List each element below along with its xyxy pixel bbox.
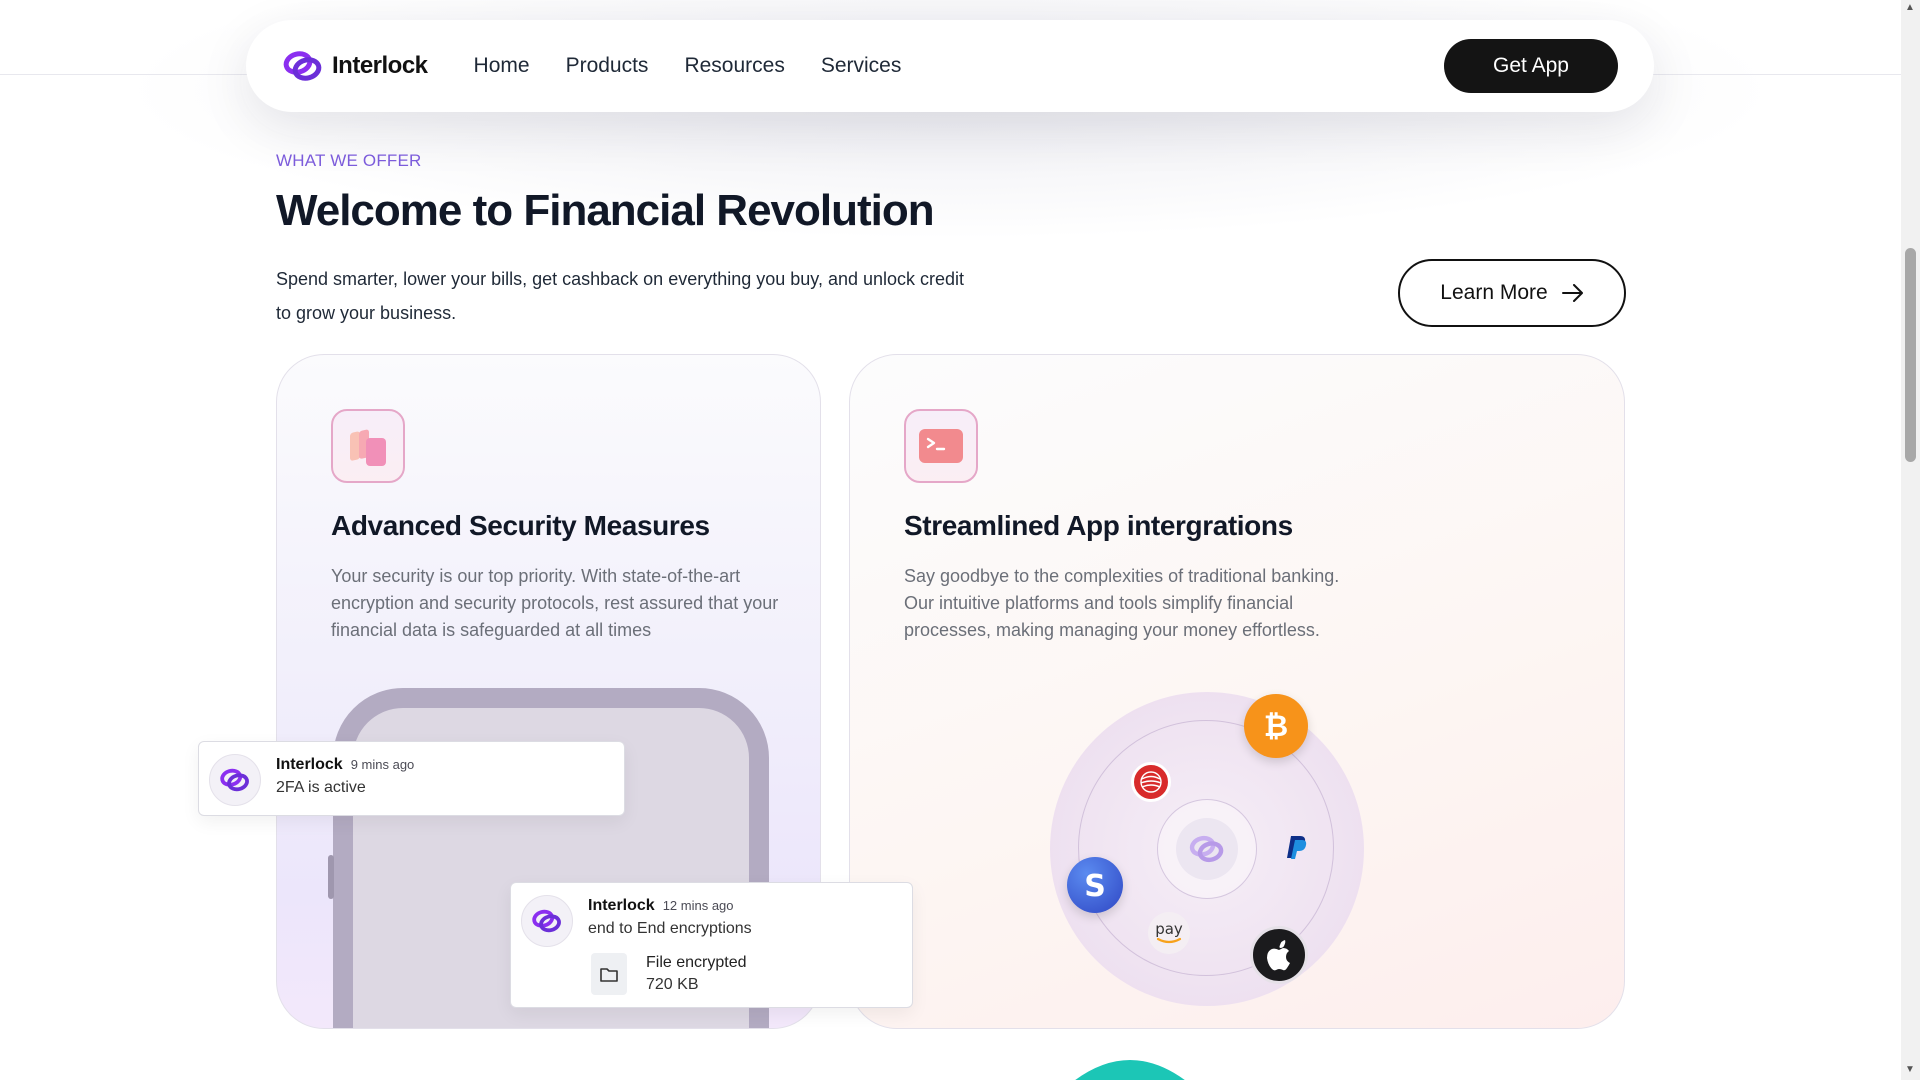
card-title: Streamlined App intergrations: [904, 510, 1293, 541]
notification-body: 2FA is active: [276, 779, 366, 796]
apple-icon: [1250, 926, 1308, 984]
notification-time: 12 mins ago: [662, 898, 734, 913]
card-text: Say goodbye to the complexities of tradi…: [904, 566, 1340, 640]
file-name: File encrypted: [646, 954, 747, 971]
interlock-logo-icon: [220, 768, 249, 792]
feature-icon-box: [904, 409, 978, 483]
hero-subtitle-line-2: to grow your business.: [276, 303, 457, 323]
interlock-logo-icon: [283, 51, 322, 81]
notification-sender: Interlock: [588, 897, 655, 914]
nav-item-services[interactable]: Services: [821, 54, 902, 78]
hero-subtitle: Spend smarter, lower your bills, get cas…: [276, 262, 1016, 330]
feature-icon-box: [331, 409, 405, 483]
scrollbar-thumb[interactable]: [1905, 248, 1916, 462]
card-text: Your security is our top priority. With …: [331, 566, 779, 640]
notification-card: Interlock 12 mins ago end to End encrypti…: [510, 882, 913, 1008]
page-title: Welcome to Financial Revolution: [276, 186, 935, 235]
paypal-icon: [1284, 833, 1310, 861]
brand[interactable]: Interlock: [282, 48, 428, 84]
stripe-icon: S: [1067, 857, 1123, 913]
avatar: [521, 895, 573, 947]
notification-header: Interlock 9 mins ago: [276, 756, 414, 774]
phone-side-button: [328, 855, 334, 899]
get-app-button[interactable]: Get App: [1444, 39, 1618, 93]
page-scrollbar[interactable]: ▲ ▼: [1901, 0, 1920, 1080]
notification-card: Interlock 9 mins ago 2FA is active: [198, 741, 625, 816]
navbar: Interlock Home Products Resources Servic…: [246, 20, 1654, 112]
terminal-icon: [919, 429, 963, 463]
brand-name: Interlock: [332, 52, 428, 79]
section-eyebrow: WHAT WE OFFER: [276, 151, 422, 170]
svg-text:S: S: [1084, 869, 1106, 902]
card-title: Advanced Security Measures: [331, 510, 710, 541]
scroll-down-icon[interactable]: ▼: [1905, 1064, 1915, 1075]
notification-body: end to End encryptions: [588, 920, 752, 937]
arrow-right-icon: [1561, 284, 1583, 302]
scroll-up-icon[interactable]: ▲: [1905, 2, 1915, 13]
file-size: 720 KB: [646, 976, 699, 993]
avatar: [209, 754, 261, 806]
feature-card-integrations: Streamlined App intergrations Say goodby…: [849, 354, 1625, 1029]
learn-more-label: Learn More: [1440, 281, 1548, 304]
nav-item-resources[interactable]: Resources: [684, 54, 784, 78]
svg-text:₿: ₿: [1264, 709, 1288, 744]
hero-subtitle-line-1: Spend smarter, lower your bills, get cas…: [276, 269, 965, 289]
learn-more-button[interactable]: Learn More: [1398, 259, 1626, 327]
nav-item-products[interactable]: Products: [566, 54, 649, 78]
globe-icon: [1131, 762, 1171, 802]
folder-icon: [591, 953, 627, 995]
notification-header: Interlock 12 mins ago: [588, 897, 734, 915]
integrations-orbit: ₿ S pay: [1050, 692, 1364, 1006]
main-menu: Home Products Resources Services: [474, 54, 902, 78]
decorative-shape: [1075, 1060, 1185, 1080]
center-logo: [1176, 818, 1238, 880]
interlock-logo-icon: [1189, 835, 1224, 863]
stack-icon: [350, 429, 386, 466]
notification-time: 9 mins ago: [350, 757, 415, 772]
notification-sender: Interlock: [276, 756, 343, 773]
page: Interlock Home Products Resources Servic…: [0, 0, 1901, 1080]
amazon-pay-icon: pay: [1148, 912, 1190, 954]
amazon-pay-label: pay: [1155, 920, 1183, 938]
interlock-logo-icon: [532, 909, 561, 933]
bitcoin-icon: ₿: [1244, 694, 1308, 758]
nav-item-home[interactable]: Home: [474, 54, 530, 78]
